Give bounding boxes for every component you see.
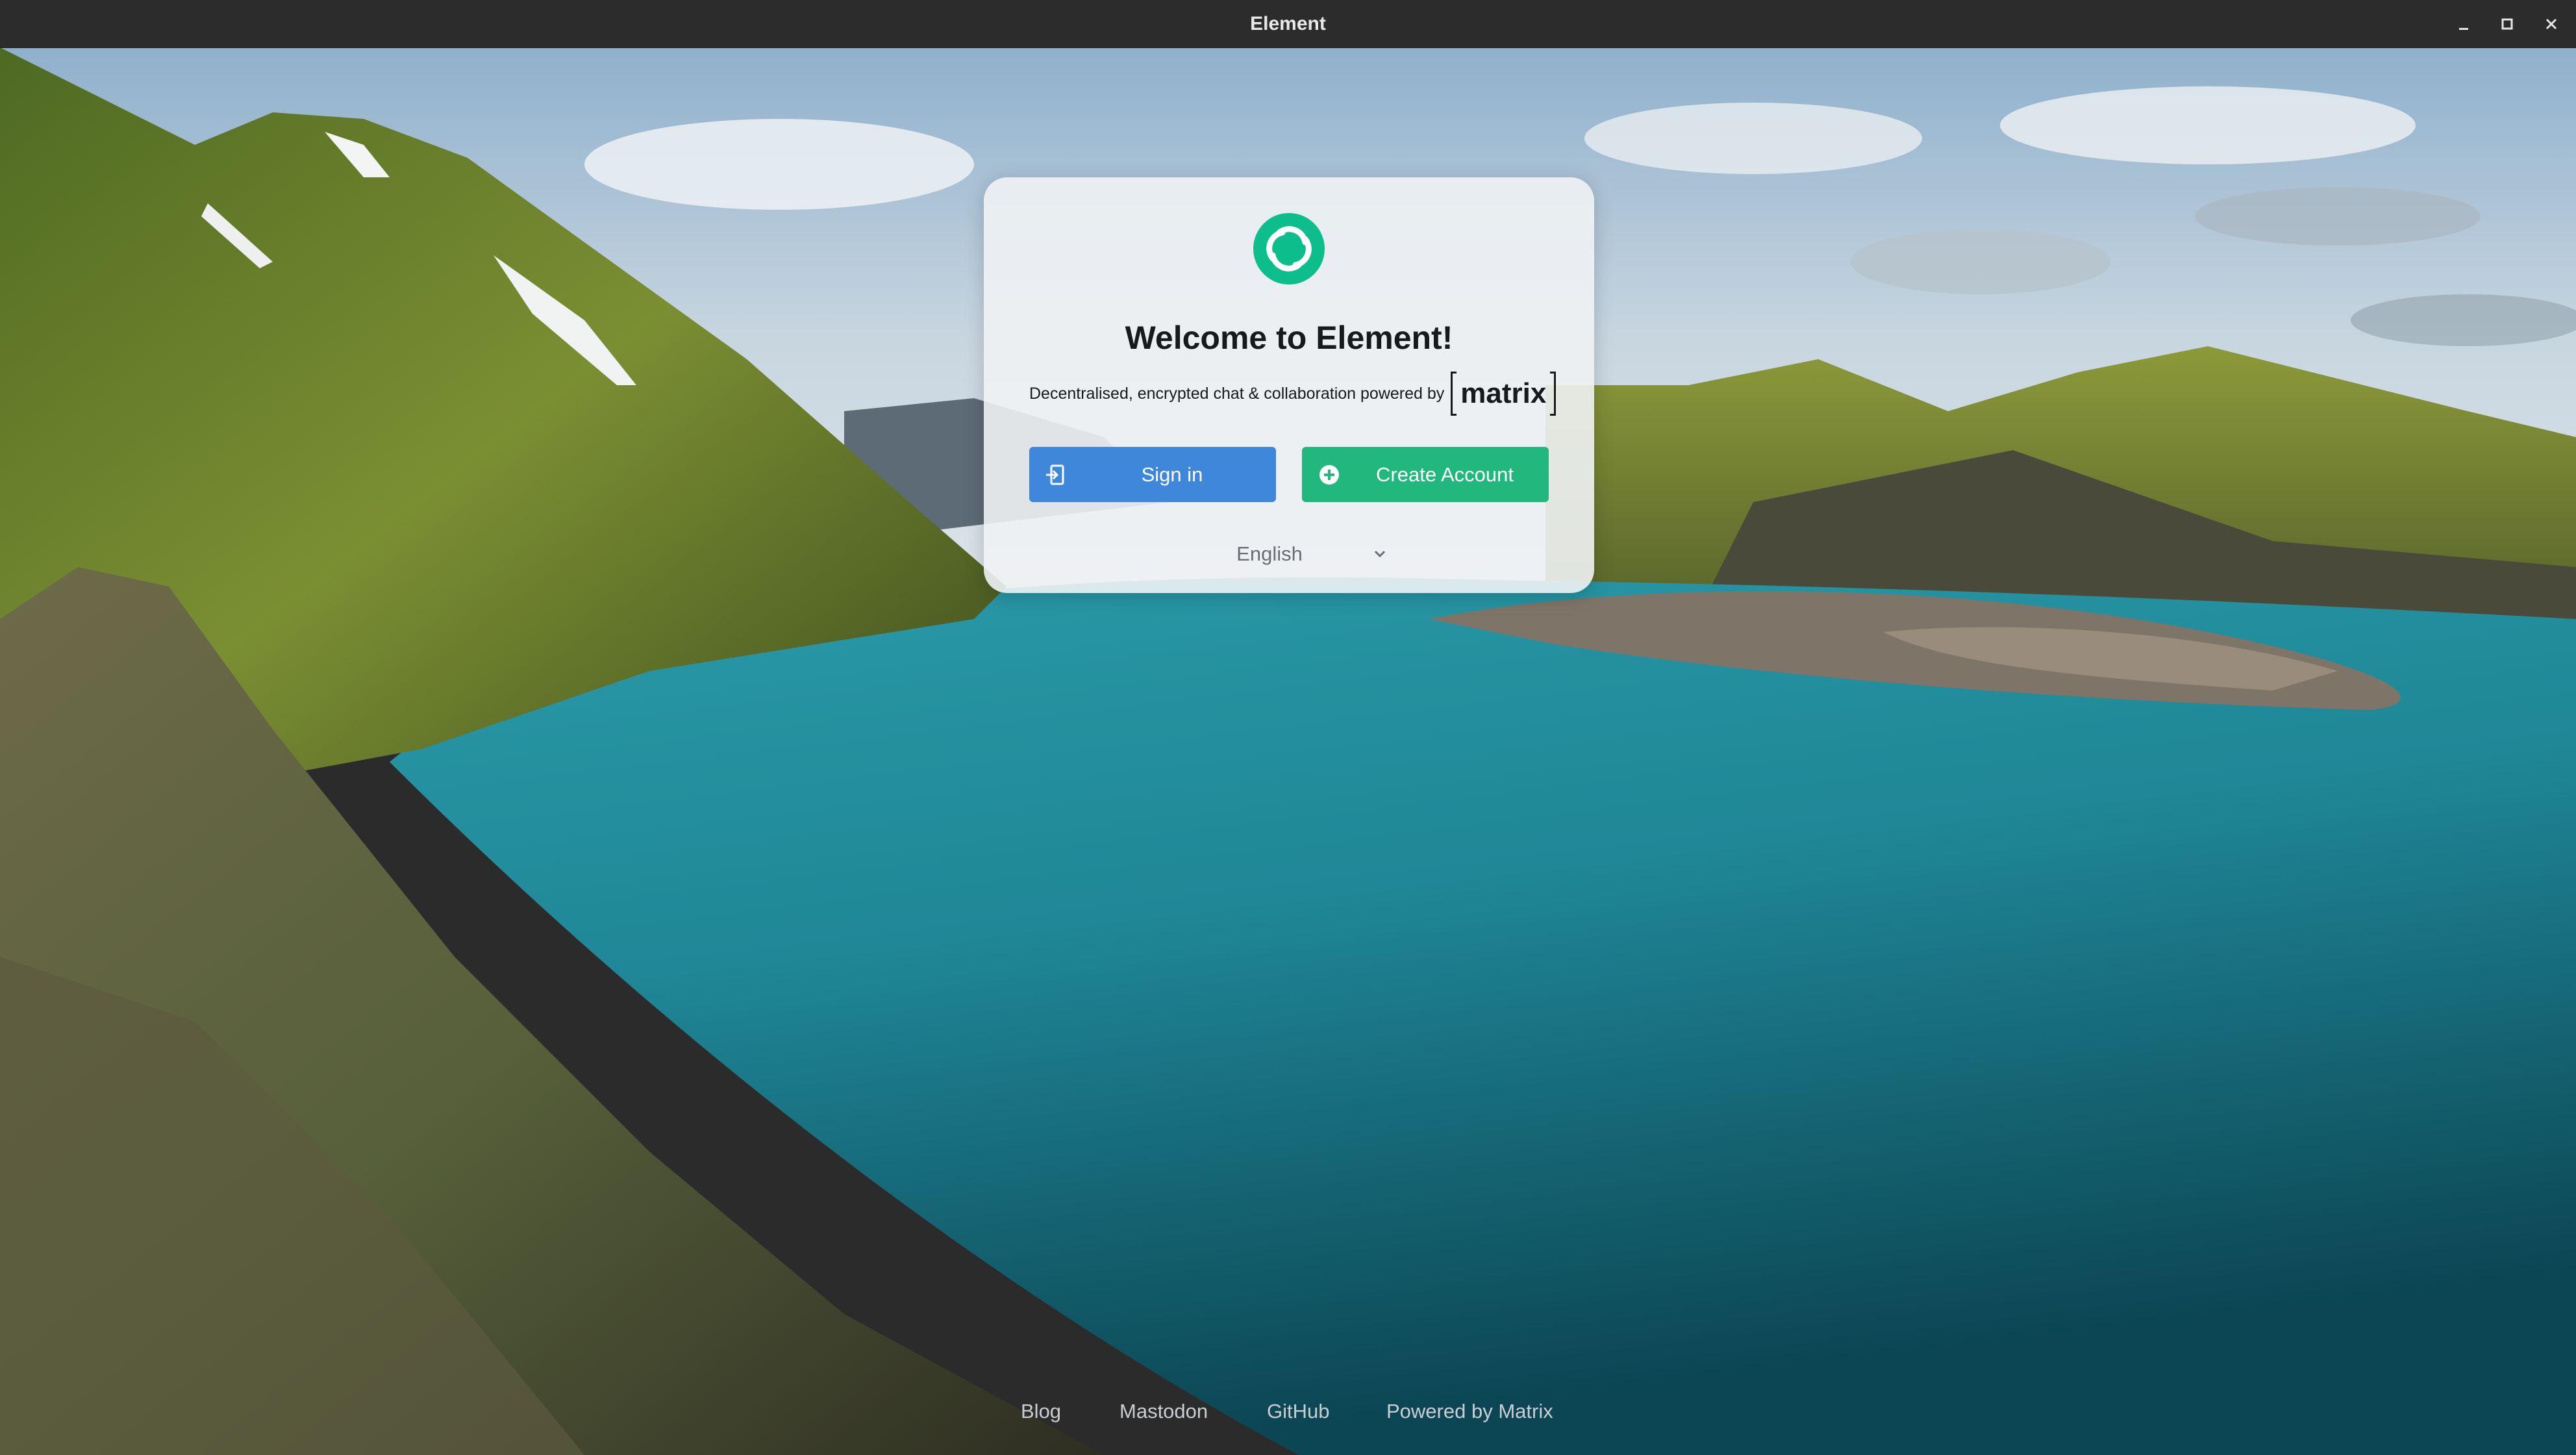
language-value: English [1236, 542, 1303, 565]
footer-link-blog[interactable]: Blog [1021, 1400, 1061, 1423]
footer-link-github[interactable]: GitHub [1267, 1400, 1329, 1423]
minimize-button[interactable] [2451, 12, 2476, 36]
close-button[interactable] [2539, 12, 2564, 36]
welcome-card: Welcome to Element! Decentralised, encry… [984, 177, 1594, 593]
footer-link-mastodon[interactable]: Mastodon [1119, 1400, 1208, 1423]
tagline-row: Decentralised, encrypted chat & collabor… [1029, 372, 1557, 416]
welcome-heading: Welcome to Element! [1125, 320, 1453, 356]
element-logo-icon [1253, 213, 1325, 285]
sign-in-icon [1044, 462, 1069, 488]
language-dropdown[interactable]: English [1188, 535, 1390, 574]
maximize-icon [2501, 18, 2513, 30]
matrix-bracket-right [1550, 372, 1557, 416]
close-icon [2545, 18, 2557, 30]
sign-in-label: Sign in [1141, 463, 1203, 486]
matrix-wordmark: matrix [1460, 377, 1547, 409]
tagline-text: Decentralised, encrypted chat & collabor… [1029, 384, 1445, 403]
title-bar: Element [0, 0, 2576, 48]
create-account-button[interactable]: Create Account [1302, 447, 1549, 502]
element-window: Element Welcome to Element! Decentralise… [0, 0, 2576, 1455]
chevron-down-icon [1370, 544, 1390, 564]
footer-links: Blog Mastodon GitHub Powered by Matrix [0, 1400, 2576, 1426]
matrix-bracket-left [1451, 372, 1457, 416]
minimize-icon [2459, 28, 2468, 30]
maximize-button[interactable] [2495, 12, 2520, 36]
sign-in-button[interactable]: Sign in [1029, 447, 1276, 502]
footer-link-powered-by-matrix[interactable]: Powered by Matrix [1386, 1400, 1553, 1423]
matrix-logo: matrix [1451, 372, 1557, 416]
create-account-label: Create Account [1376, 463, 1514, 486]
plus-circle-icon [1316, 462, 1342, 488]
window-title: Element [1250, 13, 1326, 34]
